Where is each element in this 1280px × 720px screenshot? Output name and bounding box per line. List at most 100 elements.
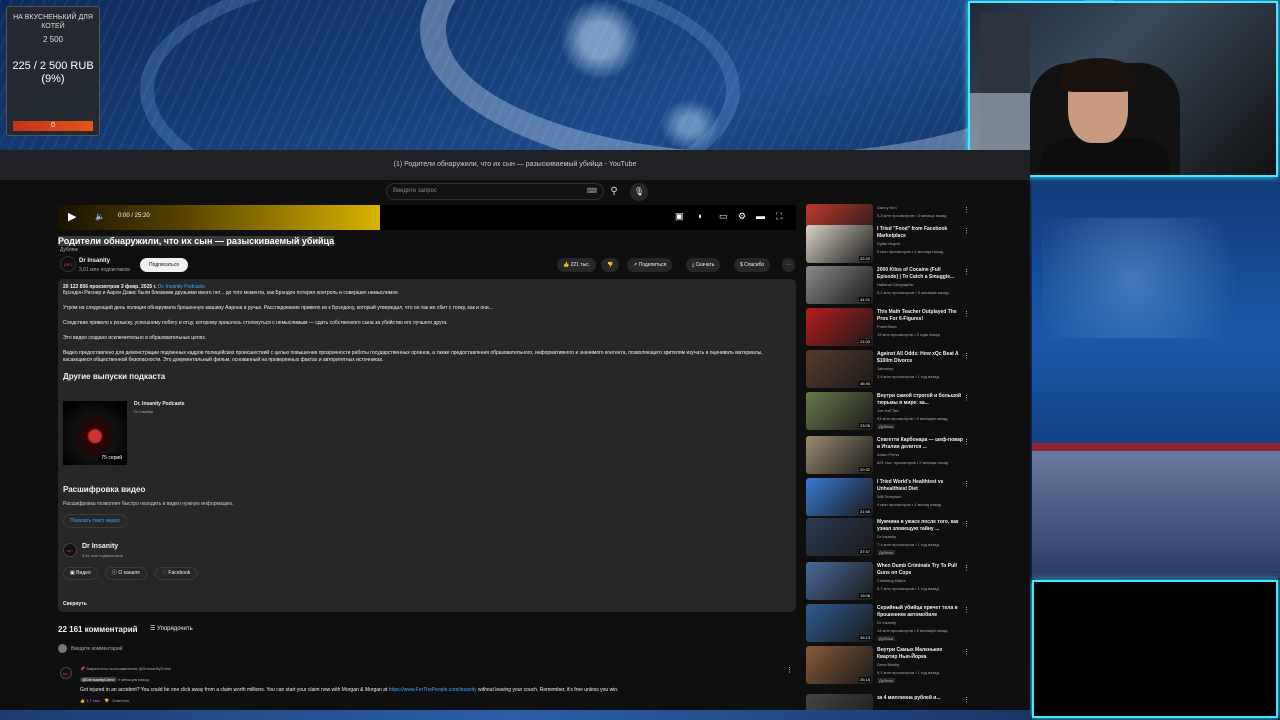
add-comment-field[interactable]: Введите комментарий (58, 644, 123, 653)
recommendation-channel[interactable]: Will Tennyson (877, 494, 902, 499)
miniplayer-icon[interactable]: ▭ (719, 211, 728, 222)
recommendation-thumbnail[interactable]: 22:20 (806, 225, 873, 263)
collapse-button[interactable]: Свернуть (63, 601, 87, 607)
recommendation-title[interactable]: 2000 Kilos of Cocaine (Full Episode) | T… (877, 267, 963, 281)
recommendation-thumbnail[interactable]: 23:05 (806, 392, 873, 430)
play-button[interactable]: ▶ (68, 210, 76, 223)
sort-comments-button[interactable]: ☰ Упорядочить (150, 625, 193, 632)
about-link[interactable]: ⓘ О канале (105, 567, 147, 580)
volume-icon[interactable]: 🔈 (95, 212, 105, 221)
facebook-link[interactable]: ⓕ Facebook (155, 567, 198, 580)
subtitles-icon[interactable]: ▣ (675, 211, 684, 222)
dislike-button[interactable]: 👎 (601, 258, 620, 272)
channel-avatar[interactable]: DR I (63, 543, 77, 557)
like-button[interactable]: 👍 221 тыс. (557, 258, 597, 272)
comment-author[interactable]: @DrInsanityCrime (80, 677, 117, 682)
commenter-avatar[interactable]: DR I (60, 667, 72, 679)
video-player[interactable]: ▶ 🔈 0:00 / 25:20 ▣ ◐ ▭ ⚙ ▬ ⛶ (58, 205, 796, 230)
recommendation-channel[interactable]: Dr Insanity (877, 534, 896, 539)
more-options-icon[interactable]: ⋮ (963, 520, 970, 528)
comment-more-icon[interactable]: ⋮ (786, 666, 793, 674)
more-options-icon[interactable]: ⋮ (963, 648, 970, 656)
podcast-title[interactable]: Dr. Insanity Podcasts (134, 401, 185, 407)
recommendation-channel[interactable]: Dr Insanity (877, 620, 896, 625)
comment-dislike-button[interactable]: 👎 (104, 698, 109, 703)
autoplay-toggle-icon[interactable]: ◐ (698, 211, 703, 221)
recommendation-channel[interactable]: Dylan Huynh (877, 241, 900, 246)
recommendation-channel[interactable]: National Geographic (877, 282, 913, 287)
recommendation-item[interactable]: 22:20 I Tried "Food" from Facebook Market… (806, 225, 974, 265)
recommendation-thumbnail[interactable]: 19:08 (806, 562, 873, 600)
recommendation-title[interactable]: This Math Teacher Outplayed The Pros For… (877, 309, 963, 323)
more-options-icon[interactable]: ⋮ (963, 352, 970, 360)
more-options-icon[interactable]: ⋮ (963, 564, 970, 572)
thanks-button[interactable]: $ Спасибо (734, 258, 771, 272)
recommendation-title[interactable]: Внутри самой строгой и большой тюрьмы в … (877, 393, 963, 407)
recommendation-item[interactable]: 26:18 Внутри Самых Маленьких Квартир Нью-… (806, 646, 974, 686)
recommendation-channel[interactable]: Clutching Killers (877, 578, 906, 583)
recommendation-channel[interactable]: Danny Kim (877, 205, 897, 210)
more-options-icon[interactable]: ⋮ (963, 438, 970, 446)
more-actions-button[interactable]: ⋯ (782, 258, 795, 272)
more-options-icon[interactable]: ⋮ (963, 310, 970, 318)
recommendation-thumbnail[interactable]: 26:18 (806, 646, 873, 684)
more-options-icon[interactable]: ⋮ (963, 394, 970, 402)
recommendation-title[interactable]: Серийный убийца прячет тела в брошенном … (877, 605, 963, 619)
more-options-icon[interactable]: ⋮ (963, 268, 970, 276)
recommendation-thumbnail[interactable]: 20:32 (806, 436, 873, 474)
videos-link[interactable]: ▣ Видео (63, 567, 98, 580)
share-button[interactable]: ↗ Поделиться (627, 258, 673, 272)
recommendation-item[interactable]: 23:05 Внутри самой строгой и большой тюрь… (806, 392, 974, 432)
podcast-thumbnail[interactable]: 75 серий (63, 401, 127, 465)
recommendation-item[interactable]: 21:03 This Math Teacher Outplayed The Pro… (806, 308, 974, 348)
recommendation-item[interactable]: 31:58 I Tried World's Healthiest vs Unhea… (806, 478, 974, 518)
recommendation-thumbnail[interactable]: 46:46 (806, 350, 873, 388)
more-options-icon[interactable]: ⋮ (963, 227, 970, 235)
recommendation-channel[interactable]: Jabroney (877, 366, 893, 371)
comment-link[interactable]: https://www.ForThePeople.com/insanity (389, 687, 477, 693)
comment-reply-button[interactable]: Ответить (112, 698, 129, 703)
recommendation-item[interactable]: 37:57 Мужчина в ужасе после того, как узн… (806, 518, 974, 558)
recommendation-channel[interactable]: Adam Firma (877, 452, 899, 457)
recommendation-item[interactable]: 44:21 2000 Kilos of Cocaine (Full Episode… (806, 266, 974, 306)
download-button[interactable]: ⤓ Скачать (686, 258, 721, 272)
search-button[interactable]: ⚲ (604, 183, 624, 200)
voice-search-button[interactable]: 🎙 (630, 183, 648, 201)
recommendation-title[interactable]: Внутри Самых Маленьких Квартир Нью-Йорка (877, 647, 963, 661)
recommendation-title[interactable]: за 4 миллиона рублей и... (877, 695, 963, 702)
recommendation-channel[interactable]: PokerStars (877, 324, 897, 329)
recommendation-thumbnail[interactable]: 37:57 (806, 518, 873, 556)
recommendation-title[interactable]: When Dumb Criminals Try To Pull Guns on … (877, 563, 963, 577)
search-input[interactable]: Введите запрос ⌨ (386, 183, 604, 200)
recommendation-thumbnail[interactable]: 36:13 (806, 604, 873, 642)
recommendation-title[interactable]: I Tried "Food" from Facebook Marketplace (877, 226, 963, 240)
recommendation-item[interactable]: 36:13 Серийный убийца прячет тела в броше… (806, 604, 974, 644)
recommendation-channel[interactable]: Joe HaTTab (877, 408, 899, 413)
recommendation-title[interactable]: I Tried World's Healthiest vs Unhealthie… (877, 479, 963, 493)
show-transcript-button[interactable]: Показать текст видео (63, 514, 128, 528)
more-options-icon[interactable]: ⋮ (963, 206, 970, 214)
recommendation-title[interactable]: Мужчина в ужасе после того, как узнал зл… (877, 519, 963, 533)
recommendation-thumbnail[interactable]: 44:21 (806, 266, 873, 304)
recommendation-item[interactable]: 19:08 When Dumb Criminals Try To Pull Gun… (806, 562, 974, 602)
recommendation-channel[interactable]: Drew Binsky (877, 662, 899, 667)
channel-name[interactable]: Dr Insanity (79, 258, 110, 264)
keyboard-icon[interactable]: ⌨ (587, 184, 597, 199)
channel-name[interactable]: Dr Insanity (82, 543, 118, 550)
more-options-icon[interactable]: ⋮ (963, 606, 970, 614)
settings-gear-icon[interactable]: ⚙ (738, 211, 746, 222)
recommendation-thumbnail[interactable]: 31:58 (806, 478, 873, 516)
video-description[interactable]: 20 122 856 просмотров 3 февр. 2025 г. Dr… (58, 279, 796, 612)
recommendation-item[interactable]: 46:46 Against All Odds: How xQc Beat A $1… (806, 350, 974, 390)
theater-mode-icon[interactable]: ▬ (756, 211, 765, 221)
more-options-icon[interactable]: ⋮ (963, 696, 970, 704)
comment-like-button[interactable]: 👍 1,7 тыс. (80, 698, 101, 703)
recommendation-thumbnail[interactable]: 21:03 (806, 308, 873, 346)
recommendation-title[interactable]: Спагетти Карбонара — шеф-повар в Италии … (877, 437, 963, 451)
subscribe-button[interactable]: Подписаться (140, 258, 188, 272)
fullscreen-icon[interactable]: ⛶ (776, 211, 782, 222)
channel-avatar[interactable]: DR I (60, 256, 76, 272)
recommendation-title[interactable]: Against All Odds: How xQc Beat A $100m D… (877, 351, 963, 365)
recommendation-item[interactable]: 20:32 Спагетти Карбонара — шеф-повар в Ит… (806, 436, 974, 476)
more-options-icon[interactable]: ⋮ (963, 480, 970, 488)
